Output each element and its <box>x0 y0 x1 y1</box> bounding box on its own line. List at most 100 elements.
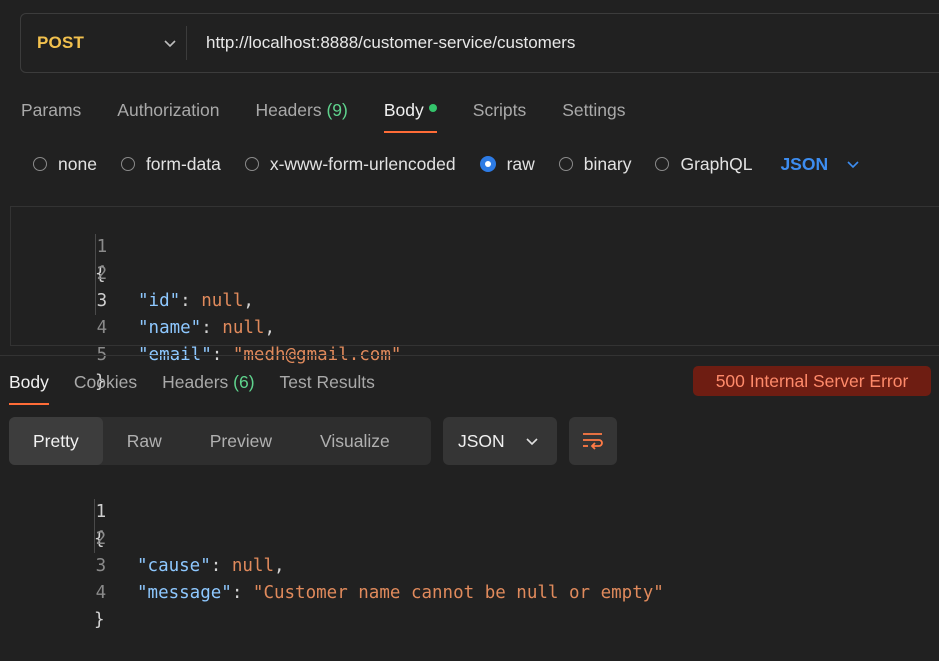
headers-count: (6) <box>233 372 255 392</box>
code-line: 3 "message": "Customer name cannot be nu… <box>10 526 664 603</box>
chevron-down-icon <box>164 40 176 48</box>
tab-label: Headers <box>162 372 229 392</box>
code-line: 1 { <box>11 207 107 284</box>
json-key: "id" <box>138 291 181 311</box>
body-format-label: JSON <box>780 153 829 174</box>
view-raw-button[interactable]: Raw <box>103 417 186 465</box>
body-type-urlencoded[interactable]: x-www-form-urlencoded <box>244 153 456 175</box>
response-body-viewer[interactable]: 1 { 2 "cause": null, 3 "message": "Custo… <box>10 472 939 630</box>
tab-label: Test Results <box>279 372 375 392</box>
tab-label: Settings <box>562 100 626 120</box>
url-divider <box>186 26 187 60</box>
view-mode-group: Pretty Raw Preview Visualize <box>9 417 431 465</box>
tab-label: Scripts <box>472 100 527 120</box>
json-key: "cause" <box>137 556 211 576</box>
line-number: 4 <box>96 318 108 338</box>
line-number: 1 <box>96 237 108 257</box>
line-number: 2 <box>96 264 108 284</box>
code-line: 5 } <box>11 315 107 392</box>
view-preview-button[interactable]: Preview <box>186 417 296 465</box>
tab-body[interactable]: Body <box>383 96 437 134</box>
body-type-selector: none form-data x-www-form-urlencoded raw… <box>33 150 860 178</box>
pane-divider[interactable] <box>0 355 939 356</box>
tab-label: Params <box>21 100 82 120</box>
json-value: "Customer name cannot be null or empty" <box>252 583 664 603</box>
tab-label: Body <box>383 100 424 120</box>
radio-icon <box>558 157 573 171</box>
radio-icon <box>120 157 135 171</box>
wrap-lines-icon <box>583 433 603 450</box>
code-line: 4 } <box>10 553 106 630</box>
code-line: 4 "email": "medh@gmail.com" <box>11 288 402 365</box>
request-body-editor[interactable]: 1 { 2 "id": null, 3 "name": null, 4 "ema… <box>10 206 939 392</box>
line-number: 4 <box>95 583 107 603</box>
view-pretty-button[interactable]: Pretty <box>9 417 103 465</box>
json-key: "name" <box>138 318 202 338</box>
method-label: POST <box>37 33 85 52</box>
radio-label: raw <box>506 153 535 174</box>
radio-label: form-data <box>145 153 221 174</box>
radio-icon <box>244 157 259 171</box>
code-line: 2 "cause": null, <box>10 499 285 576</box>
tab-label: Authorization <box>117 100 220 120</box>
tab-label: Body <box>9 372 49 392</box>
json-comma: , <box>274 556 285 576</box>
code-line: 1 { <box>10 472 106 549</box>
json-key: "message" <box>137 583 232 603</box>
json-value: null <box>222 318 265 338</box>
request-url-bar: POST http://localhost:8888/customer-serv… <box>20 13 939 73</box>
json-comma: , <box>264 318 275 338</box>
json-value: null <box>201 291 244 311</box>
wrap-lines-button[interactable] <box>569 417 617 465</box>
tab-params[interactable]: Params <box>21 96 81 134</box>
radio-label: binary <box>583 153 632 174</box>
response-tabs: Body Cookies Headers (6) Test Results <box>9 368 400 406</box>
body-type-graphql[interactable]: GraphQL <box>655 154 752 175</box>
tab-label: Cookies <box>73 372 138 392</box>
body-type-raw[interactable]: raw <box>479 153 535 175</box>
code-line: 2 "id": null, <box>11 234 254 311</box>
body-format-select[interactable]: JSON <box>780 154 860 175</box>
view-visualize-button[interactable]: Visualize <box>296 417 414 465</box>
radio-icon <box>655 157 670 171</box>
body-type-none[interactable]: none <box>33 154 97 175</box>
radio-icon <box>33 157 47 171</box>
tab-response-body[interactable]: Body <box>9 368 49 406</box>
line-number: 2 <box>95 529 107 549</box>
radio-label: GraphQL <box>680 153 753 174</box>
request-tabs: Params Authorization Headers (9) Body Sc… <box>21 96 661 136</box>
radio-label: none <box>58 153 97 174</box>
chevron-down-icon <box>526 438 538 446</box>
code-line: 3 "name": null, <box>11 261 275 338</box>
response-format-select[interactable]: JSON <box>443 417 557 465</box>
tab-headers[interactable]: Headers (9) <box>255 96 347 134</box>
radio-checked-icon <box>479 156 496 172</box>
tab-scripts[interactable]: Scripts <box>473 96 526 134</box>
method-select[interactable]: POST <box>37 14 187 72</box>
code-text: "name": null, <box>138 318 275 338</box>
code-text: } <box>94 610 105 630</box>
tab-settings[interactable]: Settings <box>562 96 625 134</box>
tab-label: Headers <box>255 100 322 120</box>
tab-test-results[interactable]: Test Results <box>280 368 375 406</box>
code-text: "id": null, <box>138 291 254 311</box>
modified-dot-icon <box>428 104 437 113</box>
line-number: 1 <box>95 502 107 522</box>
json-comma: , <box>243 291 254 311</box>
tab-response-headers[interactable]: Headers (6) <box>162 368 254 406</box>
tab-cookies[interactable]: Cookies <box>74 368 137 406</box>
body-type-binary[interactable]: binary <box>558 153 632 175</box>
line-number: 3 <box>95 556 107 576</box>
url-input[interactable]: http://localhost:8888/customer-service/c… <box>206 14 575 72</box>
code-text: "message": "Customer name cannot be null… <box>137 583 664 603</box>
code-text: "cause": null, <box>137 556 285 576</box>
json-value: null <box>231 556 274 576</box>
status-badge[interactable]: 500 Internal Server Error <box>693 366 931 396</box>
headers-count: (9) <box>326 100 348 120</box>
response-format-label: JSON <box>458 430 505 451</box>
chevron-down-icon <box>847 161 859 169</box>
body-type-form-data[interactable]: form-data <box>120 153 221 175</box>
tab-authorization[interactable]: Authorization <box>117 96 219 134</box>
line-number: 3 <box>96 291 108 311</box>
radio-label: x-www-form-urlencoded <box>269 153 456 174</box>
